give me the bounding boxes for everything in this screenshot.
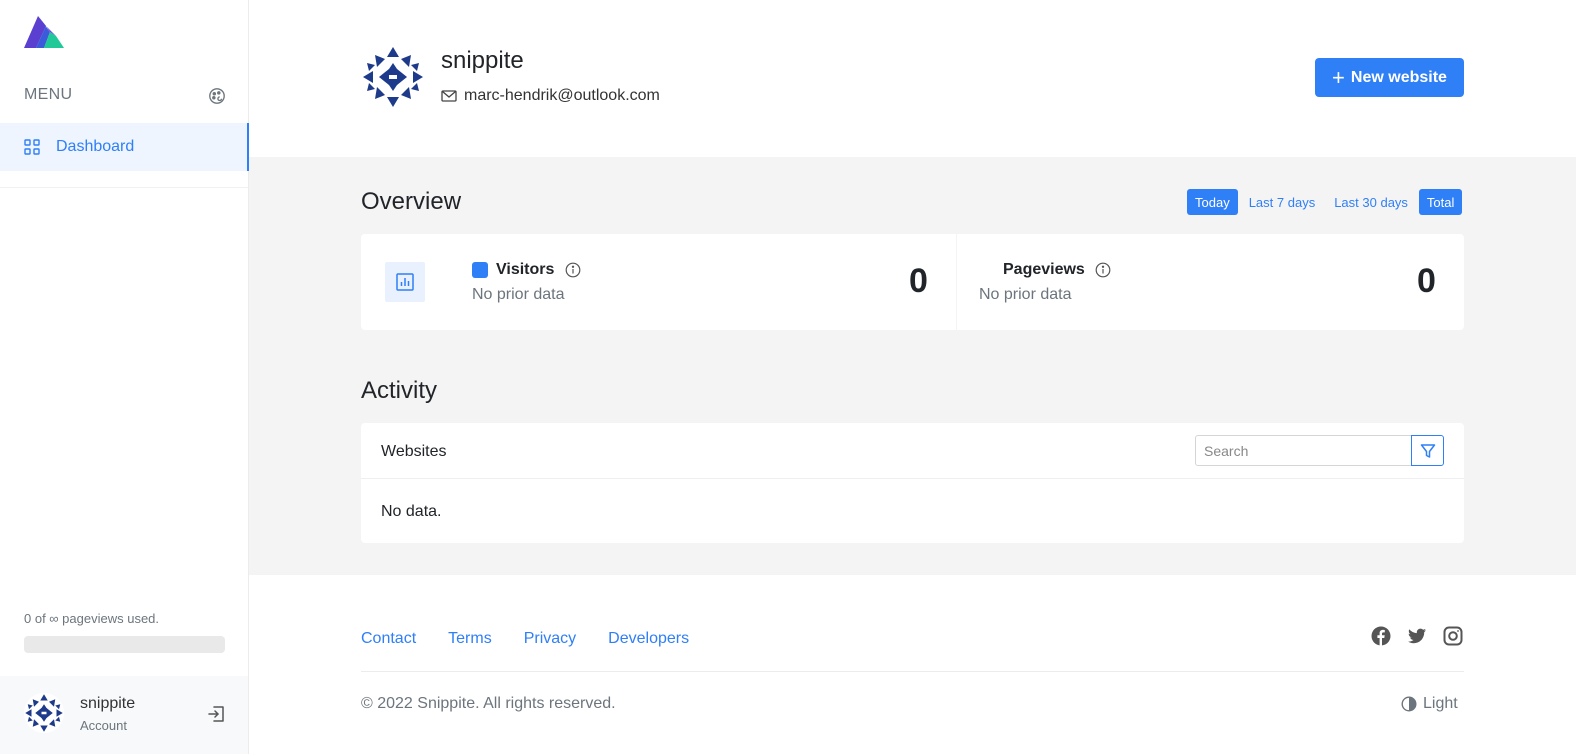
pageviews-label: Pageviews bbox=[1003, 261, 1085, 278]
footer-link-developers[interactable]: Developers bbox=[608, 630, 689, 648]
tab-last-7-days[interactable]: Last 7 days bbox=[1241, 189, 1324, 215]
account-name: snippite bbox=[80, 695, 136, 712]
tab-total[interactable]: Total bbox=[1418, 189, 1463, 215]
footer: Contact Terms Privacy Developers © 2022 … bbox=[249, 575, 1576, 754]
visitors-value: 0 bbox=[909, 262, 928, 300]
footer-divider bbox=[361, 671, 1464, 672]
bar-chart-icon bbox=[396, 273, 414, 291]
avatar bbox=[361, 45, 425, 109]
footer-link-terms[interactable]: Terms bbox=[448, 630, 492, 648]
account-subtitle: Account bbox=[80, 718, 127, 733]
palette-icon[interactable] bbox=[208, 87, 226, 105]
filter-button[interactable] bbox=[1411, 435, 1444, 466]
grid-icon bbox=[24, 139, 40, 155]
tab-today[interactable]: Today bbox=[1187, 189, 1238, 215]
tab-last-30-days[interactable]: Last 30 days bbox=[1326, 189, 1416, 215]
visitors-subtext: No prior data bbox=[472, 286, 565, 303]
footer-links: Contact Terms Privacy Developers bbox=[361, 630, 721, 648]
sidebar: MENU Dashboard 0 of ∞ pageviews used. sn… bbox=[0, 0, 249, 754]
stats-divider bbox=[956, 234, 957, 330]
sidebar-item-dashboard[interactable]: Dashboard bbox=[0, 123, 249, 171]
logout-icon[interactable] bbox=[206, 704, 226, 724]
mail-icon bbox=[441, 90, 457, 102]
instagram-icon[interactable] bbox=[1443, 626, 1463, 646]
avatar[interactable] bbox=[24, 693, 64, 733]
websites-card: Websites No data. bbox=[361, 423, 1464, 543]
overview-title: Overview bbox=[361, 188, 462, 215]
plus-icon: + bbox=[1332, 64, 1345, 90]
visitors-label: Visitors bbox=[496, 261, 555, 278]
pageviews-subtext: No prior data bbox=[979, 286, 1072, 303]
date-range-tabs: Today Last 7 days Last 30 days Total bbox=[1187, 189, 1463, 215]
facebook-icon[interactable] bbox=[1371, 626, 1391, 646]
new-website-label: New website bbox=[1350, 68, 1447, 86]
logo-icon[interactable] bbox=[24, 16, 64, 50]
activity-title: Activity bbox=[361, 377, 438, 404]
chart-toggle-button[interactable] bbox=[385, 262, 425, 302]
twitter-icon[interactable] bbox=[1407, 626, 1427, 646]
sidebar-divider bbox=[0, 187, 248, 188]
empty-state-text: No data. bbox=[381, 503, 442, 520]
filter-icon bbox=[1420, 443, 1435, 458]
pageviews-value: 0 bbox=[1417, 262, 1436, 300]
websites-card-header: Websites bbox=[361, 423, 1464, 479]
websites-card-title: Websites bbox=[381, 443, 447, 460]
footer-link-contact[interactable]: Contact bbox=[361, 630, 416, 648]
main-content: Overview Today Last 7 days Last 30 days … bbox=[249, 157, 1576, 575]
info-icon[interactable] bbox=[565, 262, 581, 278]
theme-toggle-label: Light bbox=[1423, 695, 1458, 712]
stats-card: Visitors No prior data 0 Pageviews No pr… bbox=[361, 234, 1464, 330]
usage-text: 0 of ∞ pageviews used. bbox=[24, 611, 160, 626]
search-input[interactable] bbox=[1195, 435, 1412, 466]
profile-username: snippite bbox=[441, 47, 524, 74]
contrast-icon bbox=[1401, 696, 1417, 712]
sidebar-item-label: Dashboard bbox=[56, 138, 135, 155]
profile-email: marc-hendrik@outlook.com bbox=[464, 87, 660, 104]
usage-progress-bar bbox=[24, 636, 225, 653]
visitors-color-swatch[interactable] bbox=[472, 262, 488, 278]
profile-header: snippite marc-hendrik@outlook.com + New … bbox=[249, 0, 1576, 157]
footer-link-privacy[interactable]: Privacy bbox=[524, 630, 576, 648]
theme-toggle-button[interactable]: Light bbox=[1401, 695, 1458, 713]
menu-label: MENU bbox=[24, 86, 73, 103]
new-website-button[interactable]: + New website bbox=[1315, 58, 1464, 97]
copyright-text: © 2022 Snippite. All rights reserved. bbox=[361, 695, 616, 712]
account-panel[interactable]: snippite Account bbox=[0, 676, 248, 754]
info-icon[interactable] bbox=[1095, 262, 1111, 278]
social-links bbox=[1371, 626, 1463, 646]
